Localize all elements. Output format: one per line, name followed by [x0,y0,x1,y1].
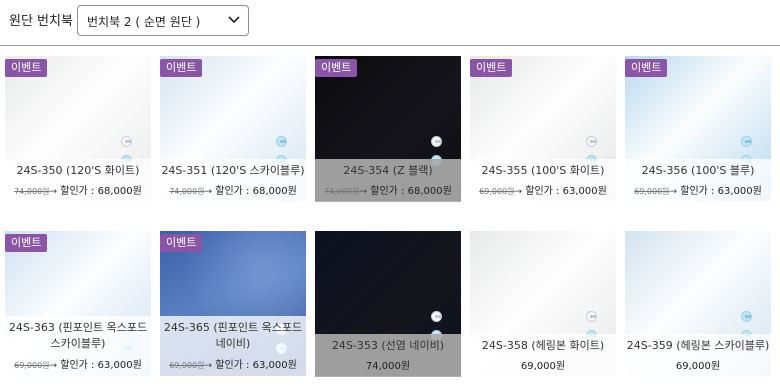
product-card[interactable]: 24S-359 (헤링본 스카이블루) 69,000원 [625,231,771,377]
product-card[interactable]: 이벤트 24S-356 (100'S 블루) 69,000원→ 할인가 : 63,0… [625,56,771,202]
event-badge: 이벤트 [625,59,668,77]
product-card[interactable]: 24S-353 (선염 네이비) 74,000원 [315,231,461,377]
arrow-icon: → [669,187,678,197]
product-grid: 이벤트 24S-350 (120'S 화이트) 74,000원→ 할인가 : 68,… [0,0,780,385]
shirt-button-icon [586,311,597,322]
price: 74,000원 [365,361,411,372]
product-caption: 24S-365 (핀포인트 옥스포드 네이비) 69,000원→ 할인가 : 63,… [160,316,306,377]
product-card[interactable]: 이벤트 24S-354 (Z 블랙) 74,000원→ 할인가 : 68,000원 [315,56,461,202]
shirt-button-icon [741,311,752,322]
arrow-icon: → [49,187,58,197]
product-name-line2[interactable]: 네이비) [160,336,306,352]
price-row: 69,000원 [625,357,771,372]
price: 69,000원 [520,361,566,372]
product-name[interactable]: 24S-358 (헤링본 화이트) [470,338,616,354]
product-card[interactable]: 이벤트 24S-365 (핀포인트 옥스포드 네이비) 69,000원→ 할인가 : … [160,231,306,377]
original-price: 74,000원 [14,187,50,196]
price-row: 74,000원 [315,357,461,372]
original-price: 69,000원 [634,187,670,196]
product-caption: 24S-351 (120'S 스카이블루) 74,000원→ 할인가 : 68,0… [160,159,306,202]
original-price: 74,000원 [324,187,360,196]
product-name[interactable]: 24S-359 (헤링본 스카이블루) [625,338,771,354]
original-price: 69,000원 [479,187,515,196]
event-badge: 이벤트 [5,59,48,77]
product-name[interactable]: 24S-365 (핀포인트 옥스포드 [160,320,306,336]
arrow-icon: → [204,361,213,371]
event-badge: 이벤트 [5,234,48,252]
product-caption: 24S-363 (핀포인트 옥스포드 스카이블루) 69,000원→ 할인가 : 6… [5,316,151,377]
event-badge: 이벤트 [160,59,203,77]
discount-price: 할인가 : 68,000원 [370,186,452,197]
shirt-button-icon [276,136,287,147]
shirt-button-icon [431,136,442,147]
product-name-line2[interactable]: 스카이블루) [5,336,151,352]
product-name[interactable]: 24S-363 (핀포인트 옥스포드 [5,320,151,336]
original-price: 74,000원 [169,187,205,196]
price: 69,000원 [675,361,721,372]
shirt-button-icon [431,311,442,322]
event-badge: 이벤트 [160,234,203,252]
discount-price: 할인가 : 63,000원 [680,186,762,197]
price-row: 74,000원→ 할인가 : 68,000원 [160,182,306,197]
event-badge: 이벤트 [470,59,513,77]
original-price: 69,000원 [169,361,205,370]
price-row: 74,000원→ 할인가 : 68,000원 [5,182,151,197]
product-name[interactable]: 24S-351 (120'S 스카이블루) [160,163,306,179]
discount-price: 할인가 : 63,000원 [60,360,142,371]
product-card[interactable]: 이벤트 24S-350 (120'S 화이트) 74,000원→ 할인가 : 68,… [5,56,151,202]
original-price: 69,000원 [14,361,50,370]
price-row: 69,000원→ 할인가 : 63,000원 [470,182,616,197]
product-card[interactable]: 24S-358 (헤링본 화이트) 69,000원 [470,231,616,377]
price-row: 69,000원→ 할인가 : 63,000원 [625,182,771,197]
discount-price: 할인가 : 63,000원 [215,360,297,371]
product-caption: 24S-355 (100'S 화이트) 69,000원→ 할인가 : 63,000… [470,159,616,202]
price-row: 69,000원→ 할인가 : 63,000원 [5,356,151,371]
shirt-button-icon [741,136,752,147]
shirt-button-icon [121,136,132,147]
product-caption: 24S-354 (Z 블랙) 74,000원→ 할인가 : 68,000원 [315,159,461,202]
price-row: 69,000원 [470,357,616,372]
arrow-icon: → [49,361,58,371]
event-badge: 이벤트 [315,59,358,77]
price-row: 74,000원→ 할인가 : 68,000원 [315,182,461,197]
discount-price: 할인가 : 63,000원 [525,186,607,197]
discount-price: 할인가 : 68,000원 [215,186,297,197]
product-name[interactable]: 24S-354 (Z 블랙) [315,163,461,179]
product-caption: 24S-359 (헤링본 스카이블루) 69,000원 [625,334,771,377]
shirt-button-icon [586,136,597,147]
product-name[interactable]: 24S-353 (선염 네이비) [315,338,461,354]
price-row: 69,000원→ 할인가 : 63,000원 [160,356,306,371]
product-caption: 24S-353 (선염 네이비) 74,000원 [315,334,461,377]
product-name[interactable]: 24S-350 (120'S 화이트) [5,163,151,179]
product-caption: 24S-356 (100'S 블루) 69,000원→ 할인가 : 63,000원 [625,159,771,202]
arrow-icon: → [514,187,523,197]
product-card[interactable]: 이벤트 24S-363 (핀포인트 옥스포드 스카이블루) 69,000원→ 할인가 … [5,231,151,377]
arrow-icon: → [204,187,213,197]
discount-price: 할인가 : 68,000원 [60,186,142,197]
product-caption: 24S-358 (헤링본 화이트) 69,000원 [470,334,616,377]
product-card[interactable]: 이벤트 24S-355 (100'S 화이트) 69,000원→ 할인가 : 63,… [470,56,616,202]
product-name[interactable]: 24S-355 (100'S 화이트) [470,163,616,179]
product-name[interactable]: 24S-356 (100'S 블루) [625,163,771,179]
product-card[interactable]: 이벤트 24S-351 (120'S 스카이블루) 74,000원→ 할인가 : 6… [160,56,306,202]
arrow-icon: → [359,187,368,197]
product-caption: 24S-350 (120'S 화이트) 74,000원→ 할인가 : 68,000… [5,159,151,202]
